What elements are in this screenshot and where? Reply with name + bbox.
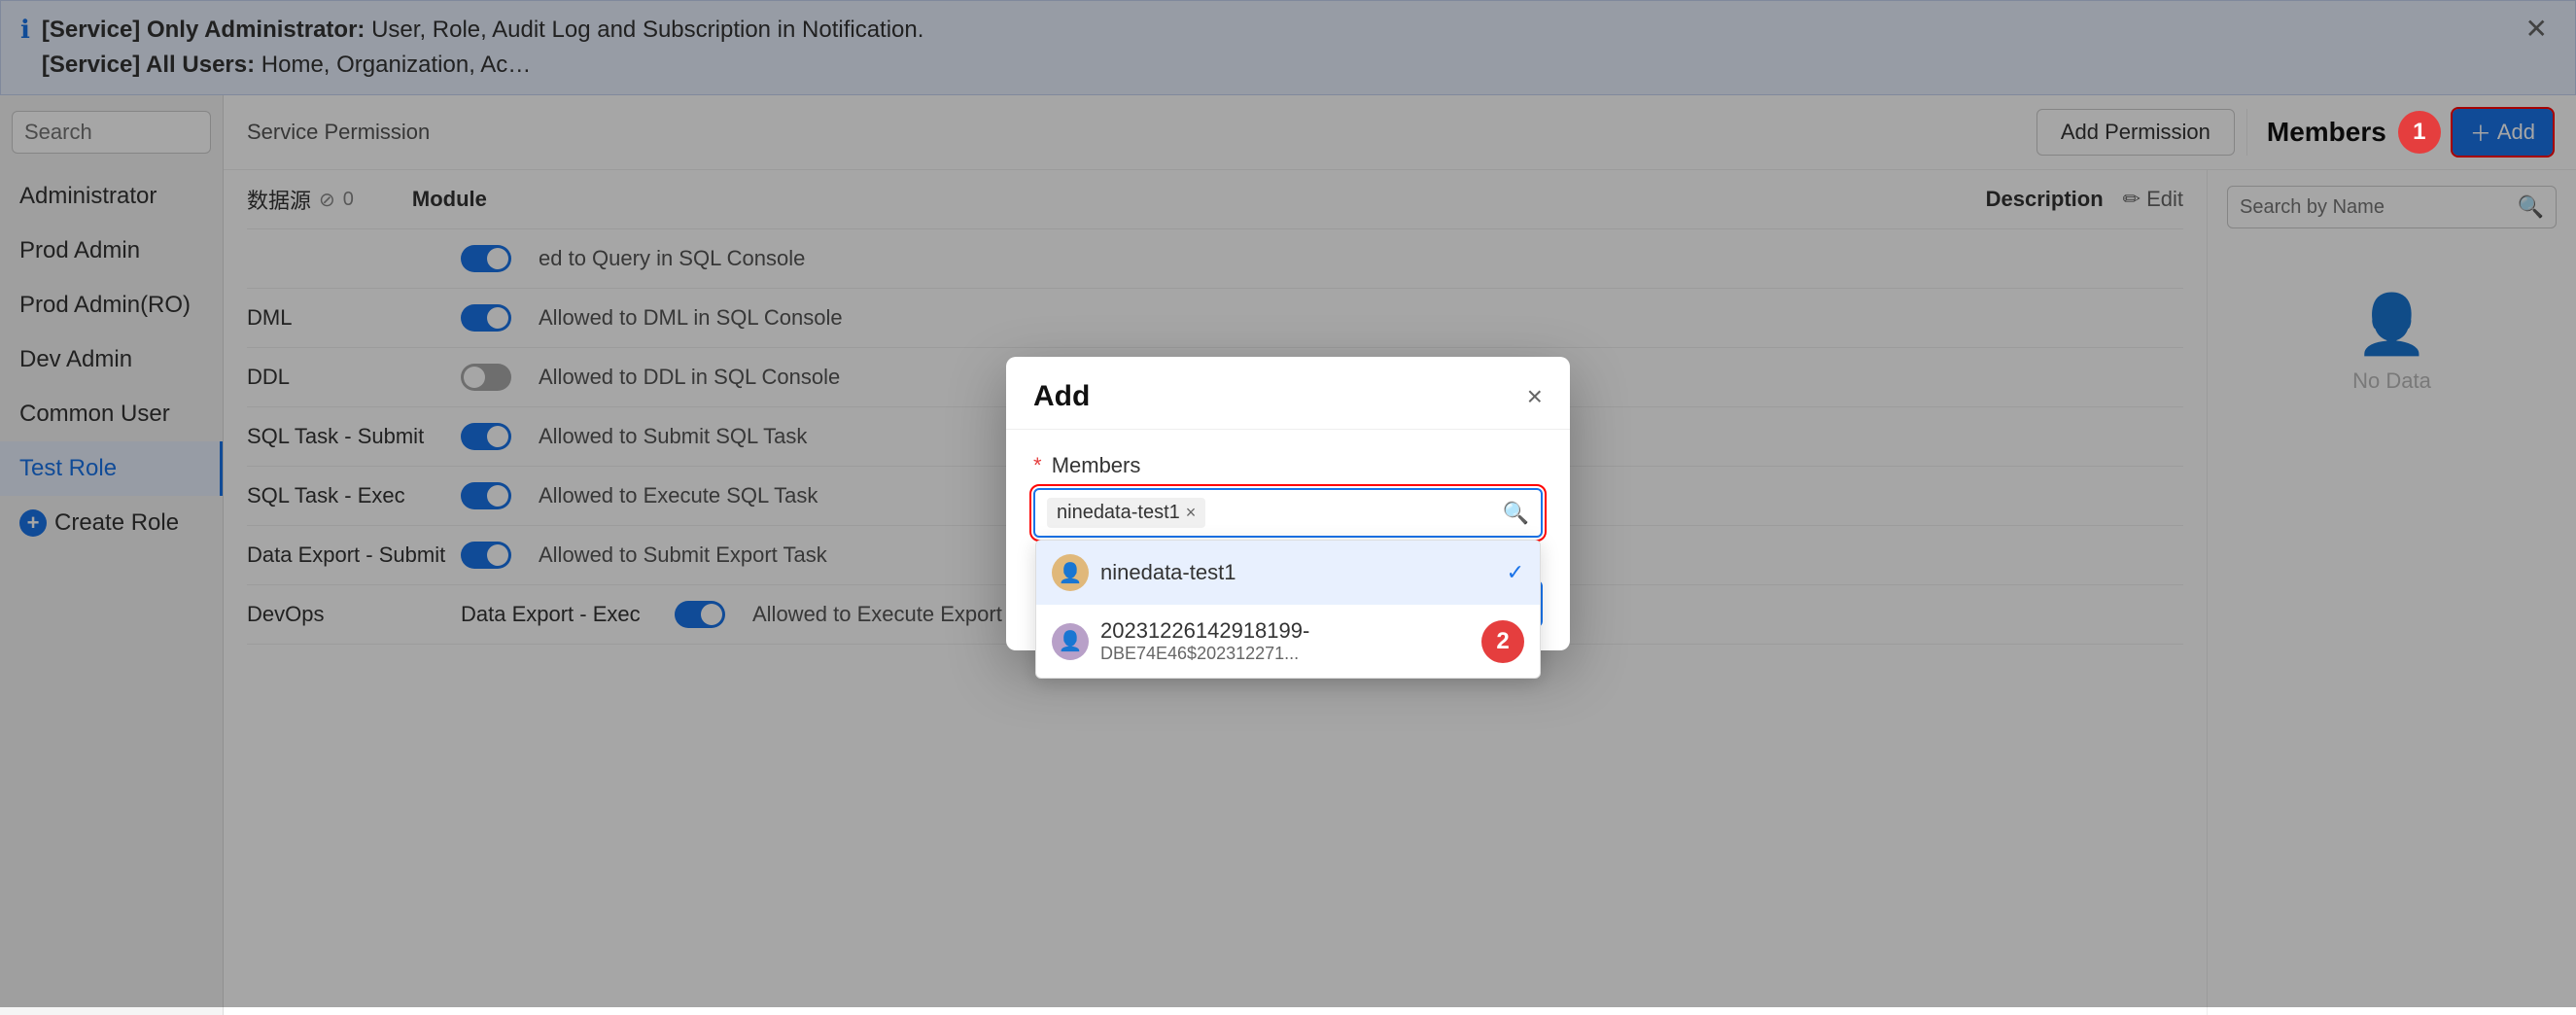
member-tag: ninedata-test1 × [1047, 498, 1205, 528]
members-input-wrapper[interactable]: ninedata-test1 × 🔍 👤 ninedata-test1 ✓ 👤 … [1033, 488, 1543, 538]
dropdown-item-name-1: 20231226142918199- [1100, 618, 1309, 644]
check-icon: ✓ [1507, 560, 1524, 585]
dropdown-item-1[interactable]: 👤 20231226142918199- DBE74E46$202312271.… [1036, 605, 1540, 678]
modal-header: Add × [1006, 357, 1570, 430]
badge-1: 1 [2398, 111, 2441, 154]
tag-close-button[interactable]: × [1186, 503, 1197, 523]
modal-body: * Members ninedata-test1 × 🔍 👤 ninedata-… [1006, 430, 1570, 565]
dropdown-item-id-1: DBE74E46$202312271... [1100, 644, 1309, 664]
search-icon: 🔍 [1503, 501, 1529, 526]
avatar-1: 👤 [1052, 623, 1089, 660]
members-dropdown: 👤 ninedata-test1 ✓ 👤 20231226142918199- … [1035, 540, 1541, 679]
dropdown-item-0[interactable]: 👤 ninedata-test1 ✓ [1036, 541, 1540, 605]
modal-close-button[interactable]: × [1527, 381, 1543, 412]
avatar-0: 👤 [1052, 554, 1089, 591]
add-modal: Add × * Members ninedata-test1 × 🔍 👤 nin… [1006, 357, 1570, 650]
modal-title: Add [1033, 380, 1090, 413]
badge-2: 2 [1481, 620, 1524, 663]
dropdown-item-name-0: ninedata-test1 [1100, 560, 1236, 585]
members-field-label: * Members [1033, 453, 1543, 478]
